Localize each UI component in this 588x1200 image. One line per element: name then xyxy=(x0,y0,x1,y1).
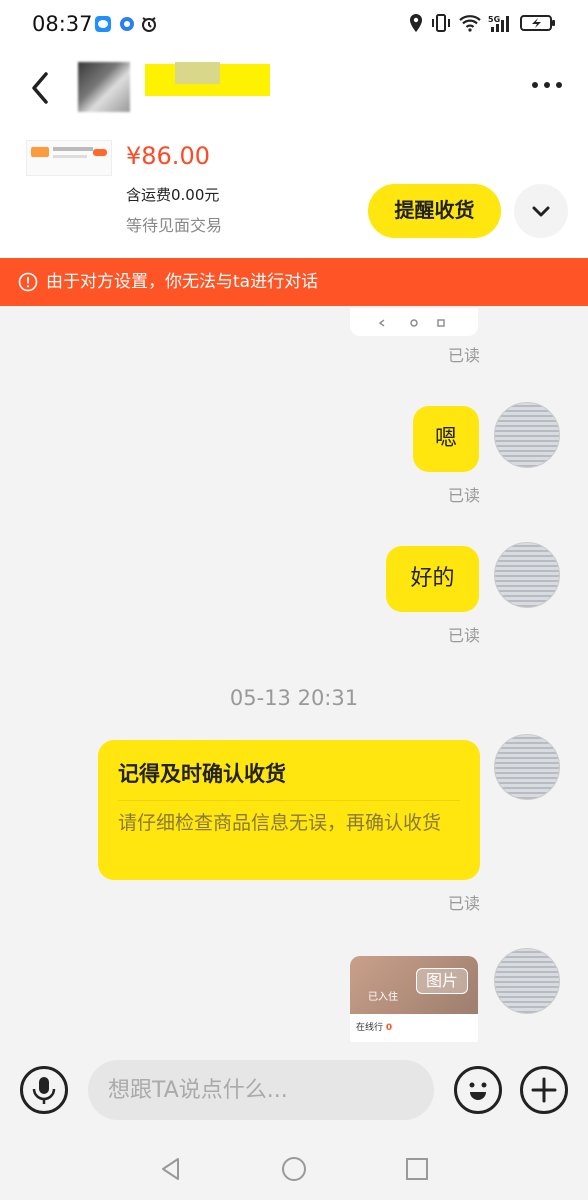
previous-image-message[interactable] xyxy=(350,308,478,336)
svg-text:5G: 5G xyxy=(488,15,500,24)
nav-home-icon[interactable] xyxy=(281,1156,307,1182)
emoji-icon xyxy=(469,1082,487,1100)
card-title: 记得及时确认收货 xyxy=(118,762,286,786)
message-timestamp: 05-13 20:31 xyxy=(229,686,359,710)
avatar[interactable] xyxy=(494,734,560,800)
message-app-icon xyxy=(95,16,111,32)
system-nav-bar xyxy=(0,1138,588,1200)
add-button[interactable] xyxy=(520,1066,568,1114)
expand-button[interactable] xyxy=(514,184,568,238)
plus-icon xyxy=(531,1077,557,1103)
image-row: 在线行 0 xyxy=(356,1023,393,1033)
battery-charging-icon xyxy=(520,15,555,31)
product-card[interactable]: ¥86.00 含运费0.00元 等待见面交易 提醒收货 xyxy=(0,130,588,258)
back-arrow-icon[interactable] xyxy=(26,68,56,108)
emoji-button[interactable] xyxy=(454,1066,502,1114)
contact-avatar-redacted xyxy=(78,62,130,112)
nav-back-icon[interactable] xyxy=(158,1156,184,1182)
voice-button[interactable] xyxy=(20,1066,68,1114)
remind-receipt-button[interactable]: 提醒收货 xyxy=(368,184,501,238)
status-bar: 08:37 5G xyxy=(0,0,588,50)
read-receipt: 已读 xyxy=(447,346,480,365)
avatar[interactable] xyxy=(494,948,560,1014)
microphone-icon xyxy=(32,1077,56,1104)
message-bubble[interactable]: 好的 xyxy=(386,546,479,612)
confirm-receipt-card[interactable]: 记得及时确认收货 请仔细检查商品信息无误，再确认收货 xyxy=(98,740,480,880)
product-thumbnail[interactable] xyxy=(26,140,112,176)
card-body: 请仔细检查商品信息无误，再确认收货 xyxy=(118,812,442,834)
wifi-icon xyxy=(459,15,481,32)
image-caption: 已入住 xyxy=(368,992,398,1003)
status-time: 08:37 xyxy=(32,12,93,36)
input-bar xyxy=(0,1042,588,1138)
trade-status: 等待见面交易 xyxy=(126,216,223,235)
banner-text: 由于对方设置，你无法与ta进行对话 xyxy=(46,272,319,292)
product-price: ¥86.00 xyxy=(126,142,210,170)
signal-5g-icon: 5G xyxy=(488,15,509,32)
chat-header xyxy=(0,50,588,130)
more-options-icon[interactable] xyxy=(532,82,562,88)
contact-name-redacted-overlay xyxy=(175,62,220,84)
chat-messages[interactable]: 已读 嗯 已读 好的 已读 05-13 20:31 记得及时确认收货 请仔细检查… xyxy=(0,306,588,1042)
browser-app-icon xyxy=(120,17,134,31)
location-icon xyxy=(410,14,422,32)
vibrate-icon xyxy=(432,14,450,32)
message-input[interactable] xyxy=(88,1060,434,1120)
shipping-fee: 含运费0.00元 xyxy=(126,186,220,204)
chevron-down-icon xyxy=(532,206,550,217)
alarm-icon xyxy=(142,17,156,32)
read-receipt: 已读 xyxy=(447,626,480,645)
read-receipt: 已读 xyxy=(447,894,480,913)
warning-icon xyxy=(18,272,38,292)
message-bubble[interactable]: 嗯 xyxy=(413,406,479,472)
image-message[interactable]: 图片 已入住 在线行 0 xyxy=(350,956,478,1042)
card-divider xyxy=(118,800,460,801)
restriction-banner: 由于对方设置，你无法与ta进行对话 xyxy=(0,258,588,306)
read-receipt: 已读 xyxy=(447,486,480,505)
avatar[interactable] xyxy=(494,542,560,608)
nav-recents-icon[interactable] xyxy=(404,1156,430,1182)
status-right-icons: 5G xyxy=(408,13,556,33)
avatar[interactable] xyxy=(494,402,560,468)
image-tag: 图片 xyxy=(416,968,468,994)
